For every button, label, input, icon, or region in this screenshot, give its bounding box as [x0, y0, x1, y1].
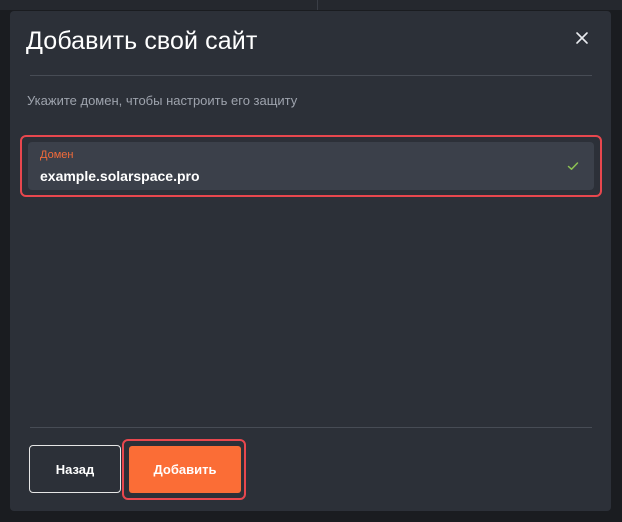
domain-input[interactable]: example.solarspace.pro — [40, 168, 200, 184]
footer-divider — [30, 427, 592, 428]
domain-field-label: Домен — [40, 149, 74, 161]
background-separator — [317, 0, 318, 10]
header-divider — [30, 75, 592, 76]
domain-field[interactable]: Домен example.solarspace.pro — [28, 142, 594, 190]
close-icon — [576, 32, 588, 44]
add-site-modal: Добавить свой сайт Укажите домен, чтобы … — [10, 11, 611, 511]
close-button[interactable] — [570, 26, 594, 50]
domain-field-highlight: Домен example.solarspace.pro — [20, 135, 602, 197]
modal-subtitle: Укажите домен, чтобы настроить его защит… — [27, 93, 298, 108]
modal-title: Добавить свой сайт — [26, 27, 258, 55]
check-icon — [567, 162, 579, 170]
add-button-highlight: Добавить — [122, 439, 246, 500]
back-button[interactable]: Назад — [29, 445, 121, 493]
background-toolbar — [0, 0, 622, 10]
add-button[interactable]: Добавить — [129, 446, 241, 493]
